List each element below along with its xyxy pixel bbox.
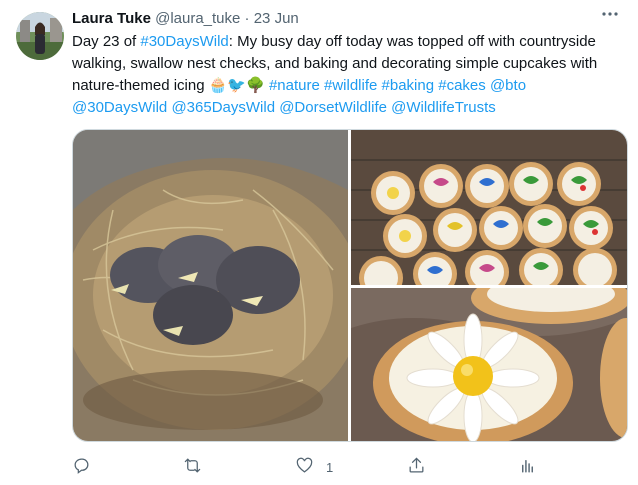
analytics-icon xyxy=(518,456,537,478)
tweet-text: Day 23 of #30DaysWild: My busy day off t… xyxy=(72,31,622,119)
media-grid xyxy=(72,129,628,442)
retweet-icon xyxy=(183,456,202,478)
like-button[interactable]: 1 xyxy=(295,452,333,482)
mention-link[interactable]: @30DaysWild xyxy=(72,99,167,116)
photo-swallow-nest[interactable] xyxy=(73,130,348,441)
photo-cupcakes-tray[interactable] xyxy=(351,130,627,285)
analytics-button[interactable] xyxy=(518,452,537,482)
mention-link[interactable]: @DorsetWildlife xyxy=(279,99,387,116)
photo-daisy-cupcake[interactable] xyxy=(351,288,627,441)
hashtag-link[interactable]: #30DaysWild xyxy=(140,33,228,50)
mention-link[interactable]: @bto xyxy=(490,77,526,94)
tweet-actions: 1 xyxy=(72,452,628,484)
share-button[interactable] xyxy=(407,452,426,482)
mention-link[interactable]: @365DaysWild xyxy=(171,99,275,116)
like-count: 1 xyxy=(326,459,334,475)
avatar[interactable] xyxy=(16,12,64,60)
hashtag-link[interactable]: #nature xyxy=(269,77,320,94)
hashtag-link[interactable]: #cakes xyxy=(438,77,486,94)
author-name[interactable]: Laura Tuke xyxy=(72,10,151,27)
author-handle[interactable]: @laura_tuke xyxy=(155,10,240,27)
hashtag-link[interactable]: #baking xyxy=(382,77,435,94)
tweet-text-segment: Day 23 of xyxy=(72,33,141,50)
reply-icon xyxy=(72,456,91,478)
hashtag-link[interactable]: #wildlife xyxy=(324,77,377,94)
separator-dot: · xyxy=(244,10,250,27)
tweet-header: Laura Tuke @laura_tuke · 23 Jun xyxy=(72,9,598,29)
more-icon[interactable] xyxy=(596,4,624,28)
like-icon xyxy=(295,456,314,478)
retweet-button[interactable] xyxy=(183,452,214,482)
share-icon xyxy=(407,456,426,478)
mention-link[interactable]: @WildlifeTrusts xyxy=(391,99,496,116)
tweet-date[interactable]: 23 Jun xyxy=(254,10,299,27)
reply-button[interactable] xyxy=(72,452,103,482)
